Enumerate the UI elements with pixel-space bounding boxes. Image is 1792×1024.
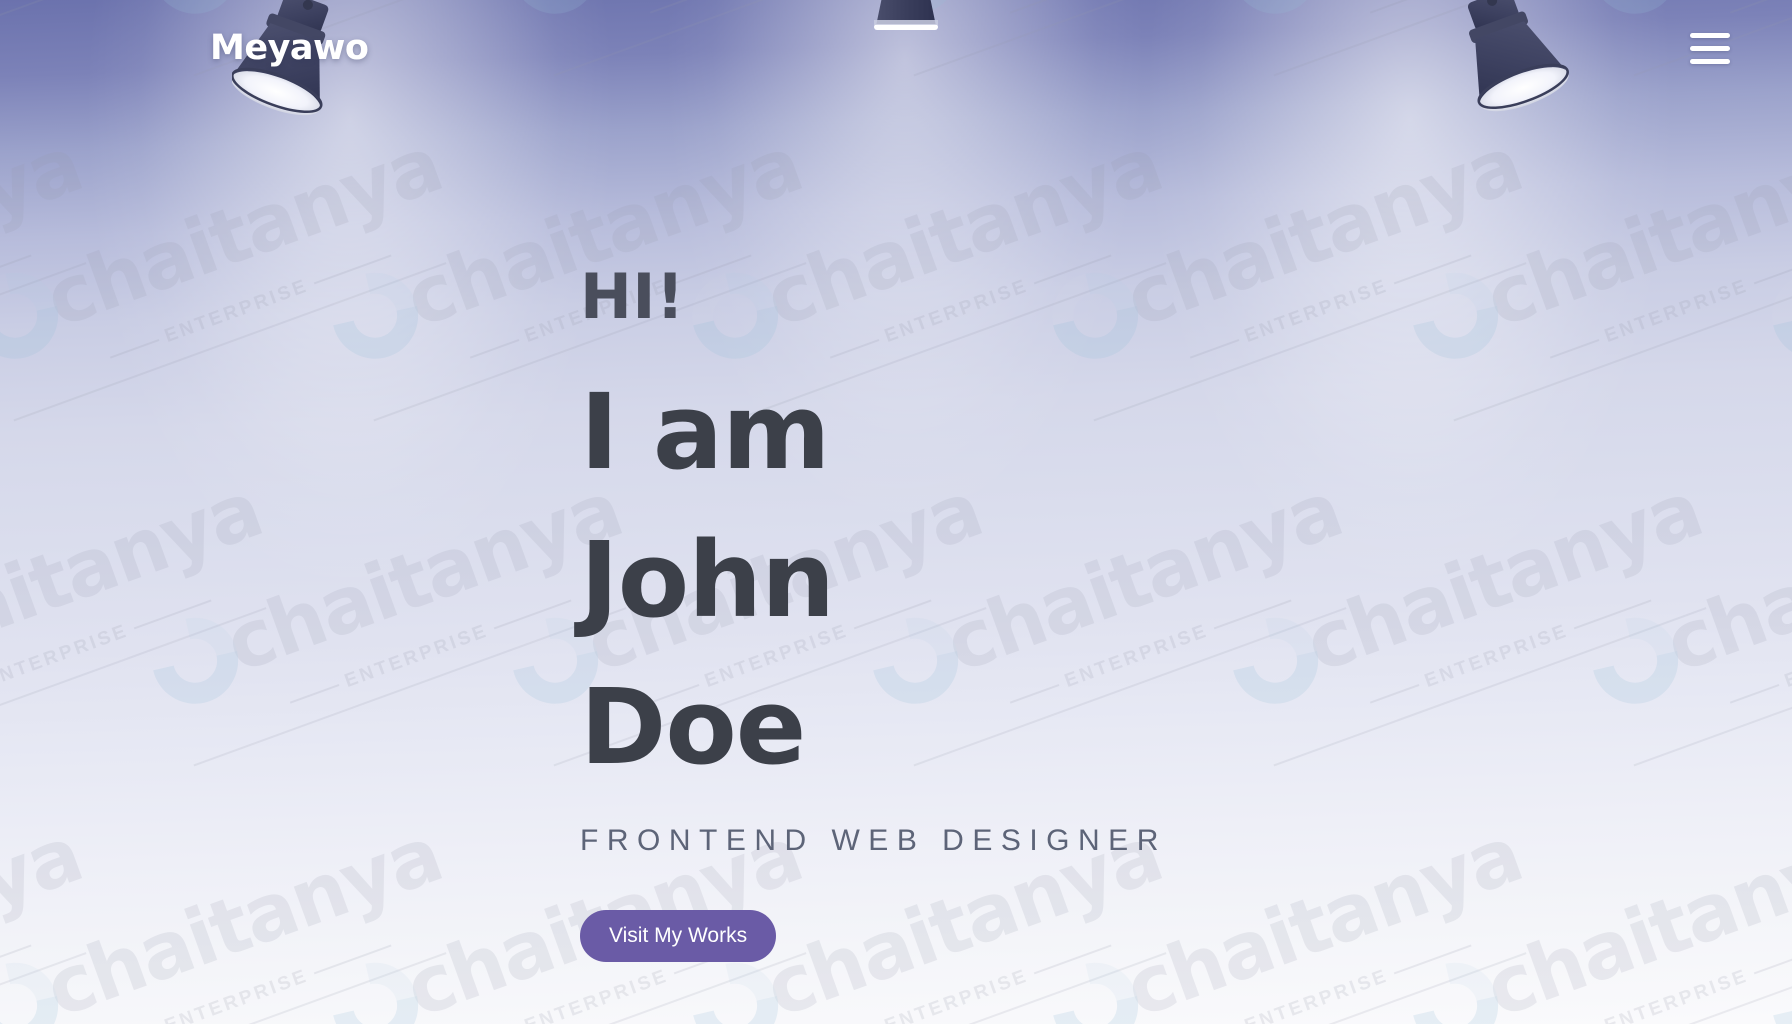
watermark-underline <box>0 607 267 767</box>
watermark-dash-right <box>1574 599 1652 630</box>
watermark-tagline-row: ENTERPRISE <box>286 590 575 713</box>
watermark-tagline: ENTERPRISE <box>0 620 132 692</box>
watermark-brand: chaitanya <box>214 464 633 691</box>
watermark-dash-left <box>109 338 160 359</box>
watermark-underline <box>1273 607 1707 767</box>
watermark-tagline: ENTERPRISE <box>1241 965 1392 1024</box>
chaitanya-c-logo-icon <box>1395 256 1515 375</box>
watermark-tagline: ENTERPRISE <box>1601 275 1752 347</box>
hamburger-bar-3 <box>1690 58 1730 64</box>
watermark-underline <box>0 262 87 422</box>
watermark-dash-right <box>1394 944 1472 975</box>
watermark-underline <box>1633 607 1792 767</box>
page-title: I am John Doe <box>580 371 835 789</box>
watermark-tile: chaitanyaENTERPRISE <box>0 810 92 1024</box>
hero-subtitle: FRONTEND WEB DESIGNER <box>580 824 1167 858</box>
watermark-tagline-row: ENTERPRISE <box>1546 935 1792 1024</box>
watermark-dash-right <box>1394 254 1472 285</box>
watermark-brand: chaitanya <box>0 464 273 691</box>
chaitanya-c-logo-icon <box>1395 946 1515 1024</box>
watermark-tagline: ENTERPRISE <box>161 965 312 1024</box>
chaitanya-c-logo-icon <box>135 601 255 720</box>
watermark-tagline-row: ENTERPRISE <box>1726 590 1792 713</box>
watermark-tagline: ENTERPRISE <box>881 965 1032 1024</box>
chaitanya-c-logo-icon <box>0 946 75 1024</box>
watermark-dash-right <box>0 944 32 975</box>
watermark-tagline-row: ENTERPRISE <box>1366 590 1655 713</box>
watermark-tagline: ENTERPRISE <box>521 965 672 1024</box>
watermark-underline <box>1453 952 1792 1024</box>
navbar: Meyawo <box>0 0 1792 96</box>
watermark-tagline-row: ENTERPRISE <box>106 245 395 368</box>
watermark-tagline: ENTERPRISE <box>341 620 492 692</box>
watermark-tagline-row: ENTERPRISE <box>0 590 215 713</box>
watermark-dash-right <box>0 254 32 285</box>
watermark-tile: chaitanyaENTERPRISE <box>0 810 452 1024</box>
watermark-dash-right <box>134 599 212 630</box>
watermark-underline <box>733 952 1167 1024</box>
watermark-dash-left <box>289 683 340 704</box>
watermark-underline <box>1093 952 1527 1024</box>
watermark-underline <box>13 952 447 1024</box>
watermark-tagline-row: ENTERPRISE <box>0 245 35 368</box>
watermark-brand: chaitanya <box>1654 464 1792 691</box>
watermark-brand: chaitanya <box>0 119 93 346</box>
watermark-brand: chaitanya <box>1474 119 1792 346</box>
watermark-dash-left <box>1369 683 1420 704</box>
chaitanya-c-logo-icon <box>1755 946 1792 1024</box>
watermark-dash-left <box>1549 338 1600 359</box>
watermark-brand: chaitanya <box>1294 464 1713 691</box>
watermark-tagline: ENTERPRISE <box>1601 965 1752 1024</box>
watermark-dash-right <box>314 944 392 975</box>
watermark-tile: chaitanyaENTERPRISE <box>1755 146 1792 431</box>
watermark-underline <box>13 262 447 422</box>
hero-greeting: HI! <box>580 260 685 333</box>
watermark-tile: chaitanyaENTERPRISE <box>0 120 452 431</box>
watermark-underline <box>1453 262 1792 422</box>
watermark-dash-right <box>1754 944 1792 975</box>
watermark-tile: chaitanyaENTERPRISE <box>1215 465 1713 776</box>
watermark-tagline-row: ENTERPRISE <box>1546 245 1792 368</box>
watermark-underline <box>373 952 807 1024</box>
chaitanya-c-logo-icon <box>315 946 435 1024</box>
watermark-dash-right <box>314 254 392 285</box>
hamburger-bar-1 <box>1690 32 1730 38</box>
hero-content: HI! I am John Doe FRONTEND WEB DESIGNER … <box>580 260 1280 963</box>
watermark-underline <box>0 952 87 1024</box>
hamburger-menu-icon[interactable] <box>1690 27 1740 69</box>
chaitanya-c-logo-icon <box>0 256 75 375</box>
hamburger-bar-2 <box>1690 45 1730 51</box>
chaitanya-c-logo-icon <box>1575 601 1695 720</box>
hero-section: chaitanyaENTERPRISEchaitanyaENTERPRISEch… <box>0 0 1792 1024</box>
watermark-tagline: ENTERPRISE <box>1781 620 1792 692</box>
brand-logo[interactable]: Meyawo <box>210 28 369 68</box>
watermark-tagline: ENTERPRISE <box>161 275 312 347</box>
watermark-dash-right <box>494 599 572 630</box>
watermark-tile: chaitanyaENTERPRISE <box>1755 836 1792 1024</box>
watermark-tile: chaitanyaENTERPRISE <box>1575 465 1792 776</box>
watermark-tagline-row: ENTERPRISE <box>0 935 35 1024</box>
chaitanya-c-logo-icon <box>1755 256 1792 375</box>
watermark-tile: chaitanyaENTERPRISE <box>1395 120 1792 431</box>
watermark-brand: chaitanya <box>0 809 93 1024</box>
watermark-underline <box>193 607 627 767</box>
watermark-brand: chaitanya <box>34 119 453 346</box>
watermark-dash-left <box>1729 683 1780 704</box>
watermark-tile: chaitanyaENTERPRISE <box>0 465 272 776</box>
watermark-tile: chaitanyaENTERPRISE <box>135 465 633 776</box>
watermark-tagline-row: ENTERPRISE <box>106 935 395 1024</box>
chaitanya-c-logo-icon <box>315 256 435 375</box>
watermark-dash-right <box>1754 254 1792 285</box>
watermark-tile: chaitanyaENTERPRISE <box>1395 810 1792 1024</box>
watermark-brand: chaitanya <box>1474 809 1792 1024</box>
watermark-tile: chaitanyaENTERPRISE <box>0 120 92 431</box>
visit-my-works-button[interactable]: Visit My Works <box>580 910 777 963</box>
watermark-tagline: ENTERPRISE <box>1421 620 1572 692</box>
watermark-dash-left <box>469 338 520 359</box>
watermark-brand: chaitanya <box>34 809 453 1024</box>
